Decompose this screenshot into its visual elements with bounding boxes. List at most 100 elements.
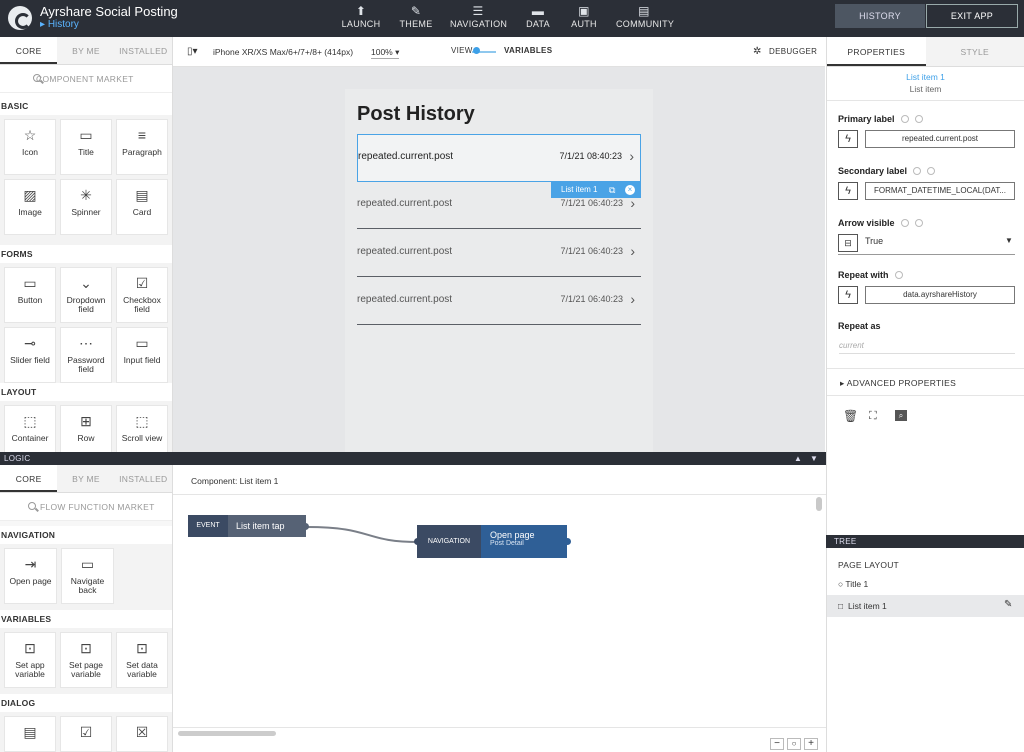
component-title[interactable]: ▭ Title [60,119,112,175]
chevron-right-icon: › [630,243,635,259]
component-checkbox-field[interactable]: ☑ Checkbox field [116,267,168,323]
debugger-button[interactable]: DEBUGGER [769,47,817,56]
app-logo-icon[interactable] [8,6,32,30]
repeat-with-value[interactable]: data.ayrshareHistory [865,286,1015,304]
navigation-input-port[interactable] [414,538,421,545]
page-title[interactable]: Post History [357,103,475,126]
component-button[interactable]: ▭ Button [4,267,56,323]
tab-core[interactable]: CORE [0,37,58,64]
list-item-secondary: 7/1/21 06:40:23 [560,246,623,256]
horizontal-scrollbar[interactable] [178,731,276,736]
tab-style[interactable]: STYLE [925,37,1024,66]
component-password-field[interactable]: ⋯ Password field [60,327,112,383]
link-icon[interactable] [913,167,922,176]
zoom-reset-button[interactable]: ○ [787,738,801,750]
event-output-port[interactable] [302,523,309,530]
component-dropdown-field[interactable]: ⌄ Dropdown field [60,267,112,323]
repeat-as-input[interactable]: current [839,341,1015,354]
nav-tab-community[interactable]: ▤ COMMUNITY [616,3,674,29]
event-node[interactable]: EVENT List item tap [188,515,306,537]
component-card[interactable]: ▤ Card [116,179,168,235]
function-navigate-back[interactable]: ▭ Navigate back [61,548,114,604]
component-image[interactable]: ▨ Image [4,179,56,235]
component-input-field[interactable]: ▭ Input field [116,327,168,383]
tree-item-list-item-1[interactable]: □ List item 1 ✎ [827,595,1024,617]
tree-item-title-1[interactable]: ○ Title 1 [838,579,868,589]
function-set-page-variable[interactable]: ⊡ Set page variable [60,632,112,688]
zoom-in-button[interactable]: + [804,738,818,750]
list-item-secondary: 7/1/21 08:40:23 [559,151,622,161]
secondary-label-title: Secondary label [838,166,908,176]
exit-app-button[interactable]: EXIT APP [926,4,1018,28]
tab-properties[interactable]: PROPERTIES [827,37,926,66]
component-slider-field[interactable]: ⊸ Slider field [4,327,56,383]
tab-installed[interactable]: INSTALLED [115,37,172,64]
tree-item-label: List item 1 [848,601,887,611]
nav-tab-auth[interactable]: ▣ AUTH [568,3,600,29]
tab-by-me[interactable]: BY ME [57,465,114,492]
list-item[interactable]: repeated.current.post 7/1/21 06:40:23 › [357,278,641,325]
tab-by-me[interactable]: BY ME [57,37,114,64]
square-icon: □ [838,601,844,611]
navigation-node[interactable]: NAVIGATION Open page Post Detail [417,525,567,558]
flow-function-market-search[interactable]: FLOW FUNCTION MARKET [0,493,172,521]
nav-tab-label: AUTH [571,19,597,29]
function-set-data-variable[interactable]: ⊡ Set data variable [116,632,168,688]
tab-installed[interactable]: INSTALLED [115,465,172,492]
component-paragraph[interactable]: ≡ Paragraph [116,119,168,175]
device-select[interactable]: iPhone XR/XS Max/6+/7+/8+ (414px) [213,47,353,57]
trash-icon[interactable]: 🗑 [843,409,858,423]
advanced-properties-toggle[interactable]: ▸ ADVANCED PROPERTIES [827,368,1024,396]
select-underline [838,254,1015,255]
vertical-scrollbar[interactable] [816,497,822,511]
function-open-page[interactable]: ⇥ Open page [4,548,57,604]
logic-canvas[interactable]: EVENT List item tap NAVIGATION Open page… [173,495,825,727]
list-item[interactable]: repeated.current.post 7/1/21 06:40:23 › [357,182,641,229]
navigation-output-port[interactable] [564,538,571,545]
nav-tab-launch[interactable]: ⬆ LAUNCH [341,3,381,29]
component-label: Checkbox field [123,295,161,314]
nav-tab-data[interactable]: ▬ DATA [522,3,554,29]
toggle-icon[interactable]: ⊟ [838,234,858,252]
navigation-node-label: Open page [490,530,535,540]
tab-core[interactable]: CORE [0,465,58,492]
search-placeholder: COMPONENT MARKET [36,74,134,84]
tree-root[interactable]: PAGE LAYOUT [838,560,899,570]
nav-tab-theme[interactable]: ✎ THEME [398,3,434,29]
list-item-secondary: 7/1/21 06:40:23 [560,198,623,208]
link-icon[interactable] [900,219,909,228]
page-breadcrumb[interactable]: ▸ History [40,19,79,30]
bolt-icon[interactable]: ϟ [838,182,858,200]
zoom-out-button[interactable]: − [770,738,784,750]
page-variable-icon: ⊡ [80,640,92,656]
tree-bar: TREE [826,535,1024,548]
component-label: Scroll view [121,433,163,443]
alert-dialog-icon: ▤ [23,724,37,740]
list-item-selected[interactable]: repeated.current.post 7/1/21 08:40:23 › [357,134,641,182]
component-icon[interactable]: ☆ Icon [4,119,56,175]
component-spinner[interactable]: ✳ Spinner [60,179,112,235]
bolt-icon[interactable]: ϟ [838,130,858,148]
secondary-label-value[interactable]: FORMAT_DATETIME_LOCAL(DAT... [865,182,1015,200]
list-item[interactable]: repeated.current.post 7/1/21 06:40:23 › [357,230,641,277]
function-dialog-cancel[interactable]: ☒ [116,716,168,752]
function-set-app-variable[interactable]: ⊡ Set app variable [4,632,56,688]
bolt-icon[interactable]: ϟ [838,286,858,304]
caret-down-icon[interactable]: ▼ [1005,236,1013,245]
primary-label-value[interactable]: repeated.current.post [865,130,1015,148]
function-dialog-alert[interactable]: ▤ [4,716,56,752]
app-title: Ayrshare Social Posting [40,4,178,19]
nav-tab-navigation[interactable]: ☰ NAVIGATION [450,3,507,29]
function-dialog-confirm[interactable]: ☑ [60,716,112,752]
cancel-dialog-icon: ☒ [135,724,149,740]
pencil-icon[interactable]: ✎ [1004,599,1012,610]
arrow-visible-value[interactable]: True [865,236,883,246]
caret-up-icon[interactable]: ▲ [794,452,802,465]
link-icon[interactable] [900,115,909,124]
search-component-icon[interactable]: ⌕ [895,410,907,421]
focus-icon[interactable]: ⛶ [869,410,877,423]
caret-down-icon[interactable]: ▼ [810,452,818,465]
history-button[interactable]: HISTORY [835,4,925,28]
zoom-select[interactable]: 100% ▾ [371,47,400,59]
component-market-search[interactable]: COMPONENT MARKET [0,65,172,93]
